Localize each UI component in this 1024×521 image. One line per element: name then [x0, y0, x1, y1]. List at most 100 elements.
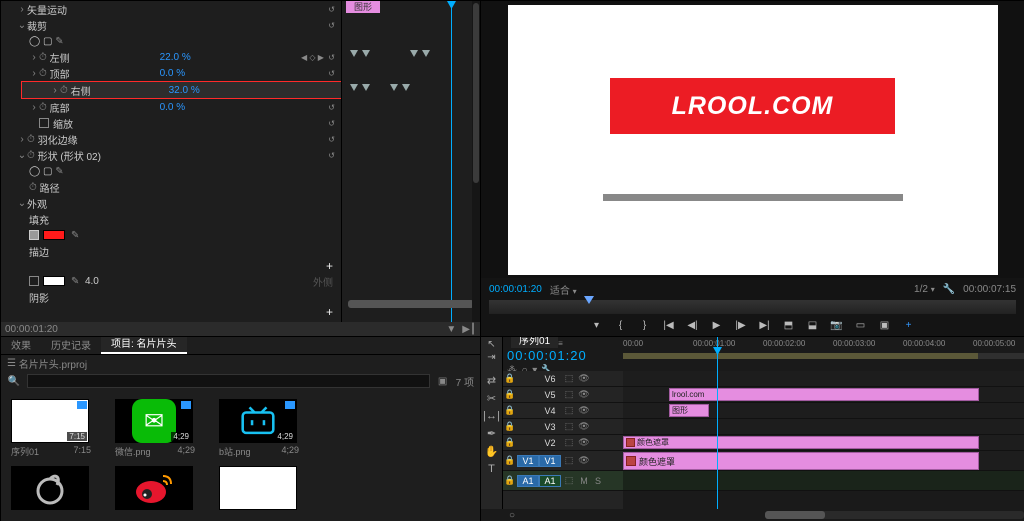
- track-header-v2[interactable]: 🔒V2⬚👁: [503, 435, 623, 451]
- project-panel: 效果 历史记录 项目: 名片片头 ☰ 名片片头.prproj 🔍 ▣ 7 项 7…: [0, 336, 480, 521]
- prop-crop-right[interactable]: ›⏱ 右侧32.0 %◀ ◇ ▶ ↺ ◥ ◣ ◥ ◣: [21, 81, 341, 99]
- tab-effects[interactable]: 效果: [1, 336, 41, 354]
- program-canvas[interactable]: LROOL.COM: [481, 1, 1024, 278]
- add-marker-button[interactable]: ▾: [590, 318, 604, 332]
- mark-out-button[interactable]: }: [638, 318, 652, 332]
- track-select-tool[interactable]: ⇥: [487, 352, 495, 363]
- netease-icon: [31, 469, 69, 507]
- track-header-v1[interactable]: 🔒V1V1⬚👁: [503, 451, 623, 471]
- razor-tool[interactable]: ✂: [487, 392, 496, 405]
- tab-project[interactable]: 项目: 名片片头: [101, 336, 187, 354]
- new-bin-button[interactable]: ▣: [436, 374, 450, 388]
- program-scrubber[interactable]: [489, 300, 1016, 314]
- effect-controls-panel: ›矢量运动↺ ⌄裁剪↺ ◯ ▢ ✎ ›⏱ 左侧22.0 %◀ ◇ ▶ ↺ ›⏱ …: [0, 0, 480, 336]
- hand-tool[interactable]: ✋: [485, 445, 499, 458]
- crop-masks[interactable]: ◯ ▢ ✎: [1, 33, 341, 49]
- play-button[interactable]: ▶: [710, 318, 724, 332]
- prop-vector-motion[interactable]: ›矢量运动↺: [1, 1, 341, 17]
- fx-vscroll[interactable]: [472, 1, 480, 322]
- type-tool[interactable]: T: [488, 463, 495, 475]
- prop-crop-top[interactable]: ›⏱ 顶部0.0 %↺: [1, 65, 341, 81]
- extract-button[interactable]: ⬓: [806, 318, 820, 332]
- prop-path[interactable]: ⏱ 路径: [1, 179, 341, 195]
- pen-tool[interactable]: ✒: [487, 427, 496, 440]
- add-stroke[interactable]: +: [1, 259, 341, 273]
- shape-masks[interactable]: ◯ ▢ ✎: [1, 163, 341, 179]
- search-input[interactable]: [27, 374, 430, 388]
- timeline-timecode[interactable]: 00:00:01:20: [507, 348, 619, 363]
- export-frame-button[interactable]: 📷: [830, 318, 844, 332]
- track-headers: 🔒V6⬚👁 🔒V5⬚👁 🔒V4⬚👁 🔒V3⬚👁 🔒V2⬚👁 🔒V1V1⬚👁 🔒A…: [503, 371, 623, 509]
- weibo-icon: [133, 470, 175, 506]
- step-fwd-button[interactable]: |▶: [734, 318, 748, 332]
- filter-icon: ▼: [446, 324, 456, 335]
- timeline-tools-top: ↖ ⇥: [481, 337, 503, 371]
- effect-controls-footer: 00:00:01:20 ▼▶┃: [1, 322, 480, 336]
- program-monitor-panel: LROOL.COM 00:00:01:20 适合 ▾ 1/2 ▾ 🔧 00:00…: [480, 0, 1024, 336]
- bilibili-icon: [236, 404, 280, 438]
- bin-weibo[interactable]: [115, 466, 195, 510]
- search-icon: 🔍: [7, 374, 21, 388]
- effect-controls-properties: ›矢量运动↺ ⌄裁剪↺ ◯ ▢ ✎ ›⏱ 左侧22.0 %◀ ◇ ▶ ↺ ›⏱ …: [1, 1, 341, 322]
- timeline-tools: ⇄ ✂ |↔| ✒ ✋ T: [481, 371, 503, 509]
- lift-button[interactable]: ⬒: [782, 318, 796, 332]
- button-editor[interactable]: +: [902, 318, 916, 332]
- bin-sequence[interactable]: 7:15 序列017:15: [11, 399, 91, 458]
- timeline-zoom[interactable]: [765, 511, 1024, 519]
- track-header-v4[interactable]: 🔒V4⬚👁: [503, 403, 623, 419]
- clip-v2[interactable]: 颜色遮罩: [623, 436, 979, 449]
- item-count: 7 项: [456, 374, 474, 389]
- clip-v1[interactable]: 颜色遮罩: [623, 452, 979, 470]
- sequence-tab[interactable]: 序列01: [511, 336, 558, 348]
- prop-crop-zoom[interactable]: 缩放↺: [1, 115, 341, 131]
- scale-dropdown[interactable]: 1/2 ▾: [914, 284, 935, 295]
- program-timecode[interactable]: 00:00:01:20: [489, 284, 542, 295]
- prop-shape[interactable]: ⌄⏱ 形状 (形状 02)↺: [1, 147, 341, 163]
- underline-shape: [603, 194, 903, 201]
- fit-dropdown[interactable]: 适合 ▾: [550, 282, 577, 297]
- safe-margins-button[interactable]: ▣: [878, 318, 892, 332]
- prop-crop[interactable]: ⌄裁剪↺: [1, 17, 341, 33]
- program-duration: 00:00:07:15: [963, 284, 1016, 295]
- logo-text: LROOL.COM: [610, 78, 895, 134]
- effect-controls-timeline[interactable]: 图形: [341, 1, 480, 322]
- clip-v5[interactable]: lrool.com: [669, 388, 979, 401]
- timeline-tracks[interactable]: lrool.com 图形 颜色遮罩 颜色遮罩: [623, 371, 1024, 509]
- timeline-ruler[interactable]: 00:00 00:00:01:00 00:00:02:00 00:00:03:0…: [623, 337, 1024, 371]
- bin-white[interactable]: [219, 466, 299, 510]
- transport-controls: ▾ { } |◀ ◀| ▶ |▶ ▶| ⬒ ⬓ 📷 ▭ ▣ +: [481, 314, 1024, 336]
- goto-in-button[interactable]: |◀: [662, 318, 676, 332]
- wrench-icon[interactable]: 🔧: [943, 284, 955, 295]
- track-header-v5[interactable]: 🔒V5⬚👁: [503, 387, 623, 403]
- goto-out-button[interactable]: ▶|: [758, 318, 772, 332]
- prop-crop-left[interactable]: ›⏱ 左侧22.0 %◀ ◇ ▶ ↺: [1, 49, 341, 65]
- bin-bilibili[interactable]: 4;29 b站.png4;29: [219, 399, 299, 458]
- bin-wechat[interactable]: ✉4;29 微信.png4;29: [115, 399, 195, 458]
- clip-v4[interactable]: 图形: [669, 404, 709, 417]
- timeline-panel: ↖ ⇥ 序列01≡ 00:00:01:20 ⁂∩▾🔧 00:00 00:00:0…: [480, 336, 1024, 521]
- prop-feather[interactable]: ›⏱ 羽化边缘↺: [1, 131, 341, 147]
- track-header-v3[interactable]: 🔒V3⬚👁: [503, 419, 623, 435]
- prop-fill-label: 填充: [1, 211, 341, 227]
- ripple-tool[interactable]: ⇄: [487, 374, 496, 387]
- prop-fill[interactable]: ✎: [1, 227, 341, 243]
- selection-tool[interactable]: ↖: [487, 339, 495, 350]
- tab-history[interactable]: 历史记录: [41, 336, 101, 354]
- track-header-a1[interactable]: 🔒A1A1⬚MS: [503, 471, 623, 491]
- comparison-view-button[interactable]: ▭: [854, 318, 868, 332]
- timeline-playhead[interactable]: [717, 337, 718, 371]
- bin-icon: ☰: [7, 358, 16, 369]
- slip-tool[interactable]: |↔|: [483, 410, 500, 422]
- track-header-v6[interactable]: 🔒V6⬚👁: [503, 371, 623, 387]
- mark-in-button[interactable]: {: [614, 318, 628, 332]
- prop-stroke[interactable]: ✎ 4.0外侧: [1, 273, 341, 289]
- fx-timecode: 00:00:01:20: [5, 324, 58, 335]
- step-back-button[interactable]: ◀|: [686, 318, 700, 332]
- prop-appearance[interactable]: ⌄外观: [1, 195, 341, 211]
- track-add-icon[interactable]: ○: [503, 510, 623, 521]
- fx-hscroll[interactable]: [348, 300, 474, 308]
- prop-stroke-label: 描边: [1, 243, 341, 259]
- add-shadow[interactable]: +: [1, 305, 341, 319]
- bin-netease[interactable]: [11, 466, 91, 510]
- prop-crop-bottom[interactable]: ›⏱ 底部0.0 %↺: [1, 99, 341, 115]
